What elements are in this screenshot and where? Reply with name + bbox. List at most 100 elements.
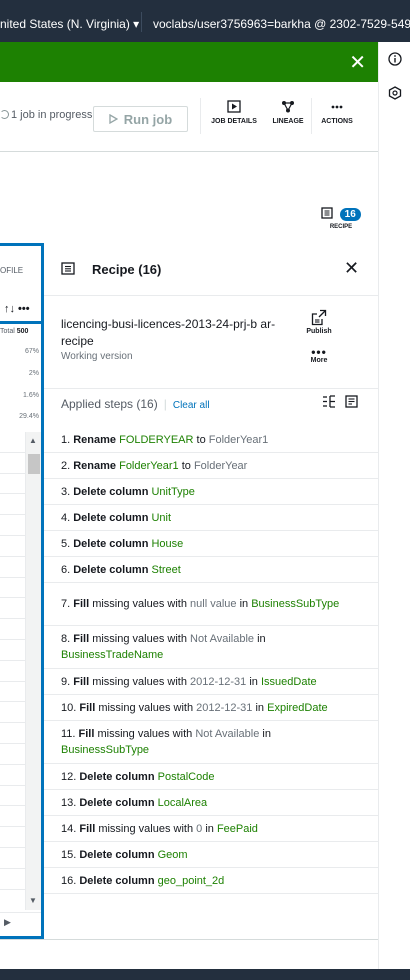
step-column: FeePaid: [216, 822, 258, 835]
step-operation: Fill: [73, 633, 90, 645]
recipe-toggle-label: RECIPE: [329, 224, 353, 230]
recipe-step[interactable]: 9. Fill missing values with 2012-12-31 i…: [44, 669, 378, 695]
vertical-scrollbar[interactable]: ▲ ▼: [25, 432, 41, 910]
job-details-icon: [227, 100, 241, 113]
banner-close-icon[interactable]: ✕: [349, 50, 366, 75]
actions-label: ACTIONS: [321, 118, 353, 125]
step-column: FOLDERYEAR: [119, 433, 194, 446]
step-value: Not Available: [195, 728, 260, 740]
scroll-thumb[interactable]: [28, 454, 40, 474]
step-text: missing values with: [97, 728, 193, 740]
recipe-step-text: 4. Delete column Unit: [61, 510, 171, 526]
export-steps-icon[interactable]: [345, 395, 359, 408]
step-value: 2012-12-31: [196, 701, 253, 714]
step-operation: Delete column: [79, 796, 155, 809]
step-number: 11.: [61, 728, 79, 740]
publish-label: Publish: [306, 328, 332, 335]
topbar-divider: [141, 12, 142, 32]
publish-button[interactable]: Publish: [304, 309, 334, 335]
account-menu[interactable]: voclabs/user3756963=barkha @ 2302-7529-5…: [153, 17, 410, 31]
divider: [44, 388, 378, 389]
step-value: Not Available: [190, 633, 255, 645]
step-number: 16.: [61, 874, 80, 887]
recipe-step[interactable]: 2. Rename FolderYear1 to FolderYear: [44, 453, 378, 479]
recipe-step[interactable]: 7. Fill missing values with null value i…: [44, 583, 378, 626]
more-button[interactable]: ••• More: [304, 346, 334, 364]
run-job-button[interactable]: Run job: [93, 106, 188, 132]
lineage-button[interactable]: LINEAGE: [270, 100, 306, 125]
scroll-right-icon[interactable]: ▶: [4, 917, 11, 928]
actions-button[interactable]: ACTIONS: [318, 100, 356, 125]
recipe-step[interactable]: 13. Delete column LocalArea: [44, 790, 378, 816]
step-value: FolderYear1: [208, 433, 269, 446]
grid-header-area: 16 RECIPE: [0, 152, 378, 237]
step-number: 8.: [61, 633, 74, 645]
step-text: in: [257, 633, 266, 645]
step-number: 3.: [61, 485, 74, 498]
step-operation: Fill: [79, 701, 96, 714]
applied-steps-header: Applied steps (16) | Clear all: [61, 397, 210, 411]
scroll-up-icon[interactable]: ▲: [29, 436, 37, 445]
spinner-icon: [0, 110, 9, 119]
step-column: BusinessSubType: [251, 598, 340, 610]
recipe-step[interactable]: 4. Delete column Unit: [44, 505, 378, 531]
recipe-step-text: 3. Delete column UnitType: [61, 484, 195, 500]
step-operation: Fill: [73, 598, 90, 610]
tab-profile[interactable]: OFILE: [0, 266, 23, 275]
applied-steps-title: Applied steps (16): [61, 397, 158, 411]
more-label: More: [310, 357, 328, 364]
dataset-grid-panel: OFILE ↑↓ ••• Total 500 67% 2% 1.6% 29.4%…: [0, 243, 44, 939]
step-operation: Delete column: [79, 874, 155, 887]
step-text: to: [196, 433, 206, 446]
region-selector[interactable]: nited States (N. Virginia) ▾: [0, 17, 139, 31]
step-text: in: [262, 728, 271, 740]
scroll-down-icon[interactable]: ▼: [29, 896, 37, 905]
recipe-step-text: 7. Fill missing values with null value i…: [61, 596, 339, 612]
step-number: 13.: [61, 796, 80, 809]
step-column: Unit: [151, 511, 172, 524]
step-column: IssuedDate: [260, 675, 317, 688]
recipe-step[interactable]: 14. Fill missing values with 0 in FeePai…: [44, 816, 378, 842]
step-text: missing values with: [92, 633, 187, 645]
recipe-step-text: 15. Delete column Geom: [61, 847, 188, 863]
recipe-step-text: 2. Rename FolderYear1 to FolderYear: [61, 458, 247, 474]
horizontal-scrollbar[interactable]: ▶: [0, 912, 41, 932]
step-operation: Delete column: [79, 770, 155, 783]
step-number: 14.: [61, 822, 80, 835]
step-column: BusinessTradeName: [61, 649, 164, 661]
recipe-step[interactable]: 1. Rename FOLDERYEAR to FolderYear1: [44, 427, 378, 453]
step-text: missing values with: [92, 675, 187, 688]
recipe-step[interactable]: 15. Delete column Geom: [44, 842, 378, 868]
recipe-version: Working version: [61, 351, 133, 362]
recipe-step[interactable]: 10. Fill missing values with 2012-12-31 …: [44, 695, 378, 721]
project-toolbar: 1 job in progress Run job JOB DETAILS LI…: [0, 82, 378, 152]
success-banner: ✕: [0, 42, 378, 82]
import-steps-icon[interactable]: [322, 395, 336, 408]
recipe-step[interactable]: 3. Delete column UnitType: [44, 479, 378, 505]
feedback-icon[interactable]: [388, 86, 402, 100]
recipe-step[interactable]: 6. Delete column Street: [44, 557, 378, 583]
recipe-step[interactable]: 16. Delete column geo_point_2d: [44, 868, 378, 894]
recipe-step[interactable]: 8. Fill missing values with Not Availabl…: [44, 626, 378, 669]
info-icon[interactable]: [388, 52, 402, 66]
step-value: 2012-12-31: [190, 675, 247, 688]
column-header-underline: [0, 321, 41, 324]
recipe-step-text: 1. Rename FOLDERYEAR to FolderYear1: [61, 432, 268, 448]
recipe-step[interactable]: 11. Fill missing values with Not Availab…: [44, 721, 378, 764]
step-number: 6.: [61, 563, 74, 576]
recipe-toggle-button[interactable]: 16 RECIPE: [318, 204, 364, 230]
clear-all-link[interactable]: Clear all: [173, 400, 210, 411]
toolbar-divider: [200, 98, 201, 134]
recipe-step[interactable]: 5. Delete column House: [44, 531, 378, 557]
step-column: UnitType: [151, 485, 195, 498]
step-operation: Fill: [73, 675, 90, 688]
step-operation: Rename: [73, 433, 117, 446]
job-details-button[interactable]: JOB DETAILS: [208, 100, 260, 125]
step-operation: Rename: [73, 459, 117, 472]
more-dots-icon: [331, 105, 343, 109]
recipe-step[interactable]: 12. Delete column PostalCode: [44, 764, 378, 790]
column-sort-menu[interactable]: ↑↓ •••: [4, 303, 30, 315]
close-icon[interactable]: ✕: [344, 258, 359, 279]
lineage-label: LINEAGE: [272, 118, 304, 125]
job-details-label: JOB DETAILS: [211, 118, 257, 125]
